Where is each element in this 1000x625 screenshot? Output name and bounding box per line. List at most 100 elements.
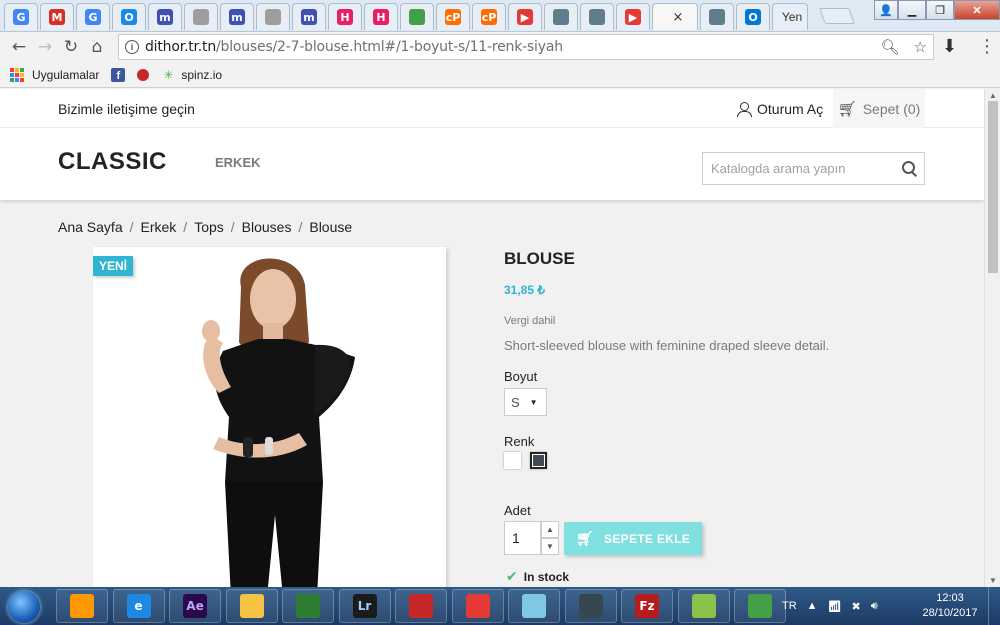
volume-icon[interactable]: 🔊︎ bbox=[871, 600, 878, 613]
browser-tab[interactable]: ▶ bbox=[616, 3, 650, 30]
browser-tab[interactable]: M bbox=[40, 3, 74, 30]
reload-button[interactable]: ↻ bbox=[58, 34, 84, 60]
browser-tab[interactable]: O bbox=[736, 3, 770, 30]
windows-taskbar: e Ae Lr Fz TR ▲ 📶︎ ✖ 🔊︎ 12:03 28/10/2017 bbox=[0, 587, 1000, 625]
browser-tab[interactable] bbox=[256, 3, 290, 30]
spinz-icon: ✳ bbox=[163, 67, 174, 82]
signal-icon[interactable]: 📶︎ bbox=[828, 600, 842, 613]
browser-tab[interactable]: m bbox=[292, 3, 326, 30]
taskbar-app[interactable]: Ae bbox=[169, 589, 221, 623]
site-logo[interactable]: CLASSIC bbox=[58, 148, 167, 176]
zoom-search-icon[interactable]: 🔍︎ bbox=[881, 38, 900, 56]
taskbar-app[interactable]: e bbox=[112, 589, 165, 623]
browser-tab[interactable] bbox=[400, 3, 434, 30]
m-logo-icon: m bbox=[301, 9, 317, 25]
taskbar-app[interactable] bbox=[677, 589, 730, 623]
nav-item-erkek[interactable]: ERKEK bbox=[215, 155, 261, 170]
browser-tab[interactable]: G bbox=[76, 3, 110, 30]
system-clock[interactable]: 12:03 28/10/2017 bbox=[917, 591, 983, 621]
add-to-cart-button[interactable]: 🛒︎ SEPETE EKLE bbox=[564, 522, 702, 555]
ladybug-icon bbox=[137, 68, 150, 81]
browser-tab[interactable]: cP bbox=[472, 3, 506, 30]
bookmarks-bar: Uygulamalar f ✳ spinz.io bbox=[0, 62, 1000, 88]
browser-tab[interactable]: m bbox=[220, 3, 254, 30]
taskbar-app[interactable] bbox=[734, 589, 786, 623]
download-icon[interactable]: ⬇ bbox=[942, 36, 957, 57]
close-window-button[interactable]: ✕ bbox=[954, 0, 1000, 20]
tray-expand-icon[interactable]: ▲ bbox=[807, 600, 818, 612]
taskbar-app[interactable] bbox=[564, 589, 617, 623]
menu-icon[interactable]: ⋮ bbox=[978, 36, 996, 57]
search-icon[interactable] bbox=[902, 161, 916, 175]
taskbar-app[interactable]: Fz bbox=[621, 589, 673, 623]
browser-tab[interactable]: m bbox=[148, 3, 182, 30]
address-bar[interactable]: i dithor.tr.tn/blouses/2-7-blouse.html#/… bbox=[118, 34, 934, 60]
browser-tab[interactable]: O bbox=[112, 3, 146, 30]
google-icon: G bbox=[13, 9, 29, 25]
bookmark-ladybug[interactable] bbox=[137, 68, 150, 81]
bookmark-apps[interactable]: Uygulamalar bbox=[10, 67, 99, 82]
bookmark-facebook[interactable]: f bbox=[111, 67, 126, 82]
quantity-increase-button[interactable]: ▲ bbox=[541, 521, 559, 538]
language-indicator[interactable]: TR bbox=[782, 600, 797, 612]
browser-tab[interactable] bbox=[700, 3, 734, 30]
browser-tab[interactable]: H bbox=[364, 3, 398, 30]
quantity-label: Adet bbox=[504, 503, 531, 518]
size-select[interactable]: S ▼ bbox=[504, 388, 547, 416]
network-error-icon[interactable]: ✖ bbox=[852, 600, 861, 613]
search-input[interactable]: Katalogda arama yapın bbox=[702, 152, 925, 185]
model-photo bbox=[202, 258, 355, 587]
scroll-down-icon[interactable]: ▼ bbox=[989, 576, 997, 585]
breadcrumb-blouses[interactable]: Blouses bbox=[242, 219, 292, 235]
color-swatch-black[interactable] bbox=[530, 452, 547, 469]
browser-tab[interactable]: Yen bbox=[772, 3, 808, 30]
maximize-button[interactable]: ❐ bbox=[926, 0, 954, 20]
browser-tab[interactable] bbox=[544, 3, 578, 30]
quantity-decrease-button[interactable]: ▼ bbox=[541, 538, 559, 555]
youtube-icon: ▶ bbox=[517, 9, 533, 25]
taskbar-app[interactable]: Lr bbox=[338, 589, 391, 623]
browser-tab[interactable]: H bbox=[328, 3, 362, 30]
cart-link[interactable]: 🛒︎ Sepet (0) bbox=[833, 89, 925, 128]
scrollbar-thumb[interactable] bbox=[988, 101, 998, 273]
color-swatch-white[interactable] bbox=[504, 452, 521, 469]
m-logo-icon: m bbox=[157, 9, 173, 25]
minimize-button[interactable]: ▁ bbox=[898, 0, 926, 20]
browser-tab[interactable]: cP bbox=[436, 3, 470, 30]
product-image[interactable]: YENİ bbox=[93, 247, 446, 587]
scroll-up-icon[interactable]: ▲ bbox=[989, 91, 997, 100]
browser-tab[interactable]: G bbox=[4, 3, 38, 30]
site-info-icon[interactable]: i bbox=[125, 40, 139, 54]
facebook-icon: f bbox=[111, 67, 126, 82]
browser-tab[interactable] bbox=[184, 3, 218, 30]
taskbar-app[interactable] bbox=[395, 589, 447, 623]
active-browser-tab[interactable]: × bbox=[652, 3, 698, 30]
taskbar-app[interactable] bbox=[451, 589, 504, 623]
taskbar-app[interactable] bbox=[282, 589, 334, 623]
bookmark-star-icon[interactable]: ☆ bbox=[914, 38, 927, 56]
forward-button[interactable]: → bbox=[32, 34, 58, 60]
bookmark-spinz[interactable]: ✳ spinz.io bbox=[161, 68, 222, 82]
back-button[interactable]: ← bbox=[6, 34, 32, 60]
breadcrumb-separator: / bbox=[230, 219, 235, 235]
quantity-input[interactable]: 1 bbox=[504, 521, 541, 555]
start-button[interactable] bbox=[8, 591, 40, 623]
taskbar-app[interactable] bbox=[508, 589, 560, 623]
browser-tab[interactable] bbox=[580, 3, 614, 30]
home-button[interactable]: ⌂ bbox=[84, 34, 110, 60]
profile-icon[interactable]: 👤 bbox=[874, 0, 898, 20]
browser-tab[interactable]: ▶ bbox=[508, 3, 542, 30]
taskbar-app[interactable] bbox=[225, 589, 278, 623]
breadcrumb-tops[interactable]: Tops bbox=[194, 219, 224, 235]
contact-link[interactable]: Bizimle iletişime geçin bbox=[58, 101, 195, 117]
signin-link[interactable]: Oturum Aç bbox=[737, 101, 823, 117]
youtube-icon: ▶ bbox=[625, 9, 641, 25]
breadcrumb-erkek[interactable]: Erkek bbox=[141, 219, 177, 235]
show-desktop-button[interactable] bbox=[988, 587, 1000, 625]
page-scrollbar[interactable]: ▲ ▼ bbox=[984, 89, 1000, 587]
new-tab-button[interactable] bbox=[819, 8, 855, 24]
internet-explorer-icon: e bbox=[126, 594, 151, 618]
close-tab-icon[interactable]: × bbox=[673, 10, 684, 25]
breadcrumb-home[interactable]: Ana Sayfa bbox=[58, 219, 123, 235]
taskbar-app[interactable] bbox=[56, 589, 108, 623]
